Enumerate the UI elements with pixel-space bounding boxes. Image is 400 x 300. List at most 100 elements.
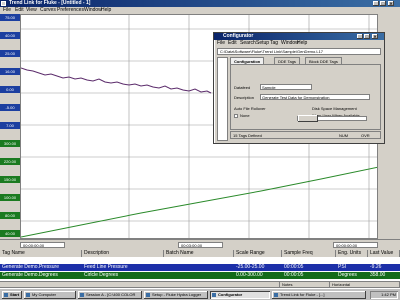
cell-description: Cirlcle Degrees <box>84 272 119 278</box>
y-label-degrees-5: 80.00 <box>0 212 20 219</box>
y-label-pressure-1: 75.00 <box>0 14 20 21</box>
menu-edit[interactable]: Edit <box>15 7 24 14</box>
configurator-minimize-button[interactable]: _ <box>357 34 363 39</box>
time-start-field[interactable]: 00:00:00.00 <box>20 242 65 248</box>
auto-file-rollover-label: Auto File Rollover <box>234 106 266 111</box>
tags-defined-count: 15 Tags Defined <box>233 133 262 138</box>
configurator-maximize-button[interactable]: □ <box>364 34 370 39</box>
cell-scale-range: -25.00-25.00 <box>236 264 265 270</box>
num-indicator: NUM <box>339 133 349 138</box>
main-window-titlebar[interactable]: Trend Link for Fluke - [Untitled - 1] _ … <box>0 0 400 7</box>
configurator-titlebar[interactable]: Configurator _ □ ✕ <box>214 33 384 40</box>
cell-sample-freq: 00:00:05 <box>284 264 304 270</box>
trend-link-icon <box>274 293 278 297</box>
cell-description: Feed Line Pressure <box>84 264 128 270</box>
taskbar-item-label: Trend Link for Fluke - [...] <box>280 292 325 297</box>
cfg-menu-tag[interactable]: Tag <box>270 40 278 47</box>
taskbar-item-setup[interactable]: Setup - Fluke Hydra Logger <box>144 291 208 299</box>
menu-help[interactable]: Help <box>101 7 111 14</box>
menu-file[interactable]: File <box>3 7 11 14</box>
none-label: None <box>240 113 250 118</box>
taskbar-item-label: My Computer <box>32 292 57 297</box>
description-field[interactable]: Generate Test Data for Demonstration <box>260 94 370 100</box>
computer-icon <box>26 293 30 297</box>
configurator-close-button[interactable]: ✕ <box>372 34 378 39</box>
y-label-degrees-1: 300.00 <box>0 140 20 147</box>
disk-space-slider[interactable] <box>297 115 367 122</box>
table-row[interactable]: Generate Demo.Degrees Cirlcle Degrees 0.… <box>0 272 400 279</box>
cell-last-value: -9.26 <box>370 264 382 270</box>
main-window-title: Trend Link for Fluke - [Untitled - 1] <box>9 0 91 6</box>
time-end-field[interactable]: 00:00:00.00 <box>333 242 378 248</box>
y-axis-labels: 75.00 40.00 25.00 16.00 0.00 -5.00 7.00 … <box>0 14 20 239</box>
configurator-window[interactable]: Configurator _ □ ✕ File Edit Search Setu… <box>214 33 384 143</box>
terminal-icon <box>80 293 84 297</box>
system-tray-clock[interactable]: 1:42 PM <box>370 291 398 299</box>
menubar: File Edit View Curves Preferences Window… <box>0 7 400 14</box>
setup-icon <box>146 293 150 297</box>
cell-tag-name: Generate Demo.Degrees <box>2 272 58 278</box>
start-label: Start <box>10 292 20 297</box>
cell-tag-name: Generate Demo.Pressure <box>2 264 59 270</box>
cfg-menu-help[interactable]: Help <box>297 40 307 47</box>
time-span-field[interactable]: 00:03:00.00 <box>178 242 223 248</box>
configurator-title: Configurator <box>223 33 254 39</box>
disk-space-label: Disk Space Management <box>312 106 357 111</box>
header-sample-freq[interactable]: Sample Freq <box>282 250 336 257</box>
tab-configuration[interactable]: Configuration <box>230 57 265 64</box>
y-label-pressure-7: 7.00 <box>0 122 20 129</box>
y-label-degrees-2: 220.00 <box>0 158 20 165</box>
configurator-statusbar: 15 Tags Defined NUM OVR <box>230 131 381 139</box>
taskbar-item-label: Setup - Fluke Hydra Logger <box>152 292 202 297</box>
y-label-pressure-5: 0.00 <box>0 86 20 93</box>
windows-logo-icon <box>4 293 8 297</box>
y-label-degrees-6: 40.00 <box>0 230 20 237</box>
menu-window[interactable]: Window <box>84 7 102 14</box>
y-label-pressure-3: 25.00 <box>0 50 20 57</box>
none-checkbox[interactable] <box>234 114 238 118</box>
menu-curves[interactable]: Curves <box>40 7 56 14</box>
y-label-pressure-2: 40.00 <box>0 32 20 39</box>
cfg-menu-file[interactable]: File <box>217 40 225 47</box>
degrees-trend-line <box>21 166 377 238</box>
header-batch-name[interactable]: Batch Name <box>164 250 234 257</box>
tab-dde-tags[interactable]: DDE Tags <box>274 57 300 64</box>
configurator-tree-pane[interactable] <box>217 57 228 141</box>
maximize-button[interactable]: □ <box>380 1 386 6</box>
y-label-degrees-4: 100.00 <box>0 194 20 201</box>
cfg-menu-edit[interactable]: Edit <box>228 40 237 47</box>
header-description[interactable]: Description <box>82 250 164 257</box>
datafeed-label: Datafeed <box>234 85 251 90</box>
cfg-menu-search[interactable]: Search <box>240 40 256 47</box>
datafeed-select[interactable]: Sample <box>260 84 312 90</box>
cell-sample-freq: 00:00:05 <box>284 272 304 278</box>
taskbar-item-trend-link[interactable]: Trend Link for Fluke - [...] <box>272 291 366 299</box>
description-label: Description <box>234 95 255 100</box>
menu-preferences[interactable]: Preferences <box>57 7 84 14</box>
close-button[interactable]: ✕ <box>388 1 394 6</box>
header-scale-range[interactable]: Scale Range <box>234 250 282 257</box>
header-tag-name[interactable]: Tag Name <box>0 250 82 257</box>
header-last-value[interactable]: Last Value <box>368 250 400 257</box>
datafeed-value: Sample <box>262 85 276 90</box>
start-button[interactable]: Start <box>2 291 22 299</box>
y-label-pressure-6: -5.00 <box>0 104 20 111</box>
taskbar-item-label: Configurator <box>218 292 243 297</box>
minimize-button[interactable]: _ <box>373 1 379 6</box>
menu-view[interactable]: View <box>26 7 37 14</box>
taskbar: Start My Computer Session A - [C:\400 CO… <box>0 288 400 300</box>
cell-eng-units: PSI <box>338 264 347 270</box>
y-label-pressure-4: 16.00 <box>0 68 20 75</box>
taskbar-item-configurator[interactable]: Configurator <box>210 291 270 299</box>
header-eng-units[interactable]: Eng. Units <box>336 250 368 257</box>
tab-block-dde-tags[interactable]: Block DDE Tags <box>305 57 342 64</box>
taskbar-item-session[interactable]: Session A - [C:\400 COLOR <box>78 291 142 299</box>
taskbar-item-my-computer[interactable]: My Computer <box>24 291 76 299</box>
configurator-icon <box>212 293 216 297</box>
cfg-menu-setup[interactable]: Setup <box>256 40 269 47</box>
slider-thumb[interactable] <box>298 115 318 122</box>
cell-last-value: 358.00 <box>370 272 386 278</box>
table-row[interactable]: Generate Demo.Pressure Feed Line Pressur… <box>0 264 400 271</box>
status-bar: Notes Horizontal <box>0 281 400 288</box>
app-icon <box>1 1 6 6</box>
